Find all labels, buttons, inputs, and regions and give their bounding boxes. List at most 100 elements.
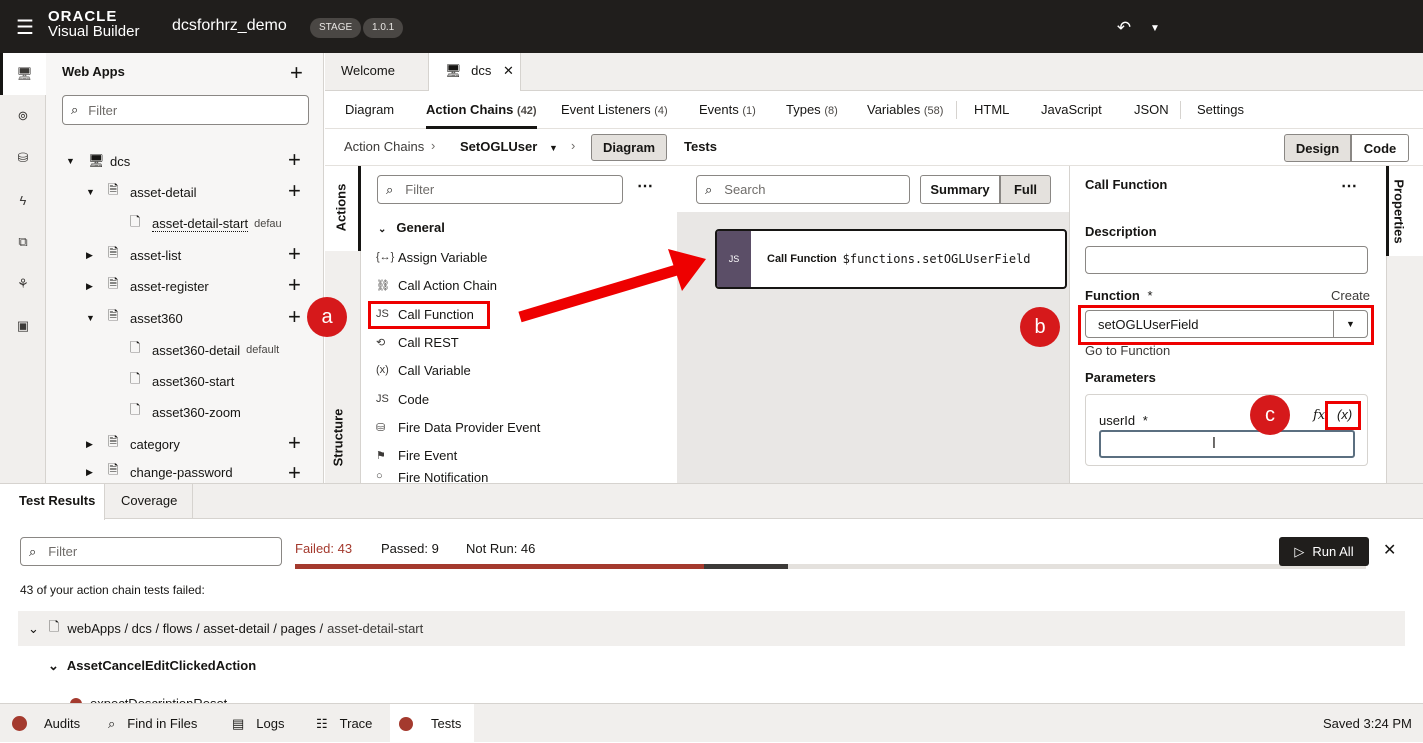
tab-coverage[interactable]: Coverage: [105, 484, 193, 519]
callout-a: a: [307, 297, 347, 337]
full-button[interactable]: Full: [1000, 175, 1051, 204]
undo-icon[interactable]: ↶: [1113, 17, 1135, 39]
source-icon[interactable]: ▣: [0, 305, 46, 347]
tests-filter-input[interactable]: ⌕ Filter: [20, 537, 282, 566]
statusbar-trace[interactable]: ☷ Trace: [316, 704, 372, 743]
tree-row-change-password[interactable]: ▶ 🗎 change-password: [86, 461, 233, 483]
action-fire-data-provider-event[interactable]: ⛁ Fire Data Provider Event: [376, 414, 540, 440]
project-name[interactable]: dcsforhrz_demo: [172, 17, 287, 35]
add-button[interactable]: +: [288, 462, 301, 484]
tree-row-asset360[interactable]: ▼ 🗎 asset360: [86, 304, 183, 332]
statusbar-tests[interactable]: Tests: [390, 704, 474, 743]
add-button[interactable]: +: [288, 274, 301, 296]
statusbar-audits[interactable]: Audits: [12, 704, 80, 743]
add-button[interactable]: +: [288, 306, 301, 328]
tab-variables[interactable]: Variables (58): [867, 91, 943, 129]
tab-test-results[interactable]: Test Results: [0, 484, 105, 520]
processes-icon[interactable]: ϟ: [0, 179, 46, 221]
statusbar-find-in-files[interactable]: ⌕ Find in Files: [108, 704, 197, 743]
close-icon[interactable]: ✕: [503, 63, 514, 78]
caret-down-icon[interactable]: ▼: [66, 156, 88, 166]
diagram-canvas[interactable]: ⌕ Search Summary Full JS Call Function $…: [677, 166, 1069, 483]
tab-welcome[interactable]: Welcome: [325, 53, 429, 91]
tab-events[interactable]: Events (1): [699, 91, 756, 129]
breadcrumb-root[interactable]: Action Chains: [344, 139, 424, 154]
more-options-icon[interactable]: ⋯: [637, 176, 653, 196]
close-icon[interactable]: ✕: [1383, 540, 1396, 560]
tab-dcs[interactable]: 🖥 dcs ✕: [429, 53, 521, 92]
action-fire-event[interactable]: ⚑ Fire Event: [376, 442, 457, 468]
tab-html[interactable]: HTML: [974, 91, 1009, 129]
layouts-icon[interactable]: ⚘: [0, 263, 46, 305]
function-select[interactable]: setOGLUserField ▼: [1085, 310, 1368, 338]
web-apps-icon[interactable]: 🖥: [0, 53, 46, 95]
tree-row-asset-detail-start[interactable]: 🗋 asset-detail-start defau: [130, 210, 282, 238]
fx-expression-button[interactable]: fx: [1313, 408, 1325, 423]
caret-down-icon[interactable]: ▼: [86, 313, 108, 323]
summary-button[interactable]: Summary: [920, 175, 1000, 204]
add-button[interactable]: +: [288, 149, 301, 171]
action-assign-variable[interactable]: {↔} Assign Variable: [376, 244, 487, 270]
tab-action-chains[interactable]: Action Chains (42): [426, 91, 537, 129]
description-input[interactable]: [1085, 246, 1368, 274]
call-function-node[interactable]: JS Call Function $functions.setOGLUserFi…: [715, 229, 1067, 289]
tree-row-asset360-zoom[interactable]: 🗋 asset360-zoom: [130, 398, 241, 426]
actions-filter-input[interactable]: ⌕ Filter: [377, 175, 623, 204]
tree-row-asset-list[interactable]: ▶ 🗎 asset-list: [86, 241, 181, 269]
group-general[interactable]: ⌄ General: [378, 220, 445, 235]
add-button[interactable]: +: [288, 432, 301, 454]
action-call-function[interactable]: JS Call Function: [376, 301, 474, 327]
services-icon[interactable]: ⊚: [0, 95, 46, 137]
hamburger-menu-icon[interactable]: ☰: [14, 16, 36, 39]
tab-types[interactable]: Types (8): [786, 91, 838, 129]
nav-filter-input[interactable]: ⌕ Filter: [62, 95, 309, 125]
code-button[interactable]: Code: [1351, 134, 1409, 162]
action-fire-notification[interactable]: ○ Fire Notification: [376, 470, 488, 483]
side-tab-structure-label[interactable]: Structure: [330, 409, 345, 467]
chevron-down-icon[interactable]: ⌄: [28, 621, 39, 637]
tree-row-dcs[interactable]: ▼ 🖥 dcs: [66, 147, 130, 175]
chevron-down-icon[interactable]: ▼: [1147, 17, 1163, 39]
tree-row-asset-register[interactable]: ▶ 🗎 asset-register: [86, 272, 209, 300]
brand-top: ORACLE: [48, 8, 118, 25]
caret-right-icon[interactable]: ▶: [86, 467, 108, 478]
business-objects-icon[interactable]: ⛁: [0, 137, 46, 179]
action-code[interactable]: JS Code: [376, 386, 429, 412]
design-button[interactable]: Design: [1284, 134, 1351, 162]
statusbar-logs[interactable]: ▤ Logs: [232, 704, 285, 743]
canvas-search-input[interactable]: ⌕ Search: [696, 175, 910, 204]
tab-settings[interactable]: Settings: [1197, 91, 1244, 129]
caret-right-icon[interactable]: ▶: [86, 281, 108, 292]
tests-button[interactable]: Tests: [684, 139, 717, 154]
tree-row-category[interactable]: ▶ 🗎 category: [86, 430, 180, 458]
caret-right-icon[interactable]: ▶: [86, 439, 108, 450]
add-button[interactable]: +: [288, 180, 301, 202]
tab-javascript[interactable]: JavaScript: [1041, 91, 1102, 129]
action-call-rest[interactable]: ⟲ Call REST: [376, 329, 459, 355]
caret-right-icon[interactable]: ▶: [86, 250, 108, 261]
caret-down-icon[interactable]: ▼: [1333, 311, 1367, 337]
diagram-button[interactable]: Diagram: [591, 134, 667, 161]
variable-picker-button[interactable]: (x): [1337, 407, 1352, 422]
failed-action-row[interactable]: ⌄ AssetCancelEditClickedAction: [48, 658, 256, 674]
tab-json[interactable]: JSON: [1134, 91, 1169, 129]
create-function-link[interactable]: Create: [1331, 288, 1370, 303]
add-web-app-button[interactable]: +: [290, 62, 303, 84]
components-icon[interactable]: ⧉: [0, 221, 46, 263]
add-button[interactable]: +: [288, 243, 301, 265]
breadcrumb-current[interactable]: SetOGLUser ▼: [460, 139, 558, 154]
tab-event-listeners[interactable]: Event Listeners (4): [561, 91, 668, 129]
tab-diagram[interactable]: Diagram: [345, 91, 394, 129]
action-call-action-chain[interactable]: ⛓ Call Action Chain: [376, 272, 497, 298]
tree-row-asset-detail[interactable]: ▼ 🗎 asset-detail: [86, 178, 196, 206]
run-all-button[interactable]: ▷ Run All: [1279, 537, 1369, 566]
tree-row-asset360-detail[interactable]: 🗋 asset360-detail default: [130, 336, 279, 364]
go-to-function-link[interactable]: Go to Function: [1085, 343, 1170, 358]
failed-path-row[interactable]: ⌄ 🗋 webApps / dcs / flows / asset-detail…: [18, 611, 1405, 646]
more-options-icon[interactable]: ⋯: [1341, 176, 1357, 196]
caret-down-icon[interactable]: ▼: [86, 187, 108, 197]
tree-row-asset360-start[interactable]: 🗋 asset360-start: [130, 367, 234, 395]
chevron-down-icon[interactable]: ⌄: [48, 658, 59, 673]
action-call-variable[interactable]: (x) Call Variable: [376, 357, 471, 383]
userid-input[interactable]: I: [1099, 430, 1355, 458]
